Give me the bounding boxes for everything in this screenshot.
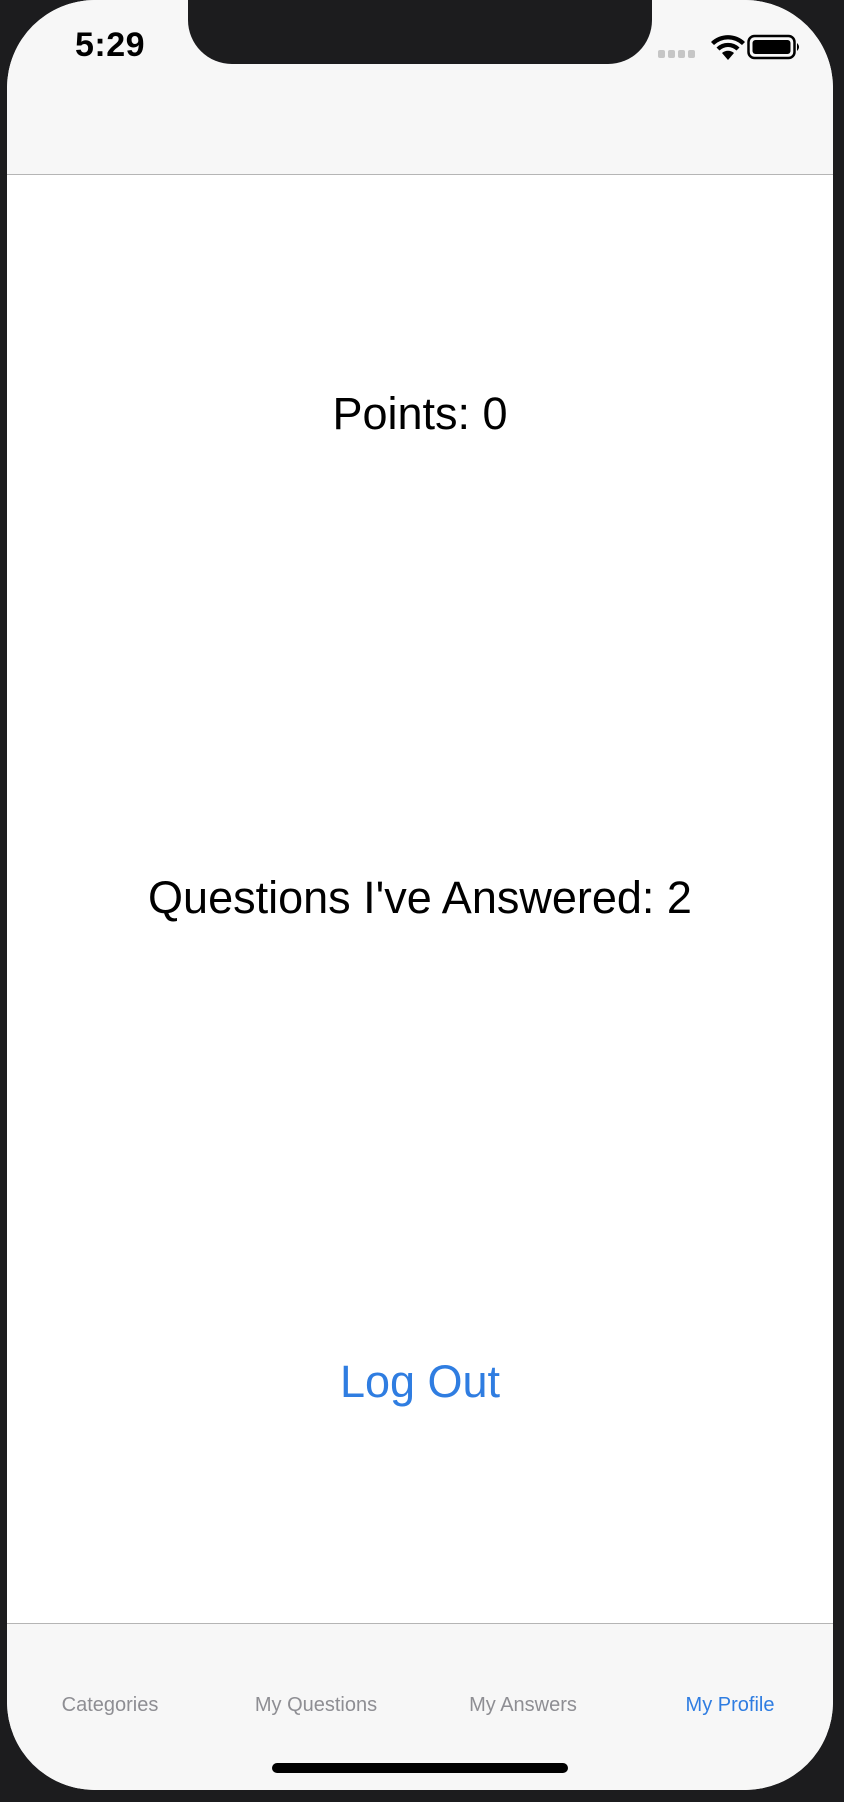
tab-my-profile[interactable]: My Profile <box>627 1694 833 1717</box>
tab-my-questions[interactable]: My Questions <box>213 1694 419 1717</box>
status-time: 5:29 <box>75 26 146 64</box>
device-frame: 5:29 Points: 0 Questions I've Answered: … <box>0 0 844 1802</box>
device-notch <box>188 0 652 64</box>
home-indicator[interactable] <box>272 1763 568 1773</box>
screen: 5:29 Points: 0 Questions I've Answered: … <box>7 0 833 1790</box>
cellular-signal-icon <box>658 50 696 59</box>
wifi-icon <box>711 35 745 60</box>
points-label: Points: 0 <box>332 388 508 439</box>
tab-categories[interactable]: Categories <box>7 1694 213 1717</box>
tab-my-answers[interactable]: My Answers <box>420 1694 626 1717</box>
questions-answered-label: Questions I've Answered: 2 <box>148 872 692 923</box>
log-out-button[interactable]: Log Out <box>7 1356 833 1408</box>
battery-icon <box>747 34 799 60</box>
